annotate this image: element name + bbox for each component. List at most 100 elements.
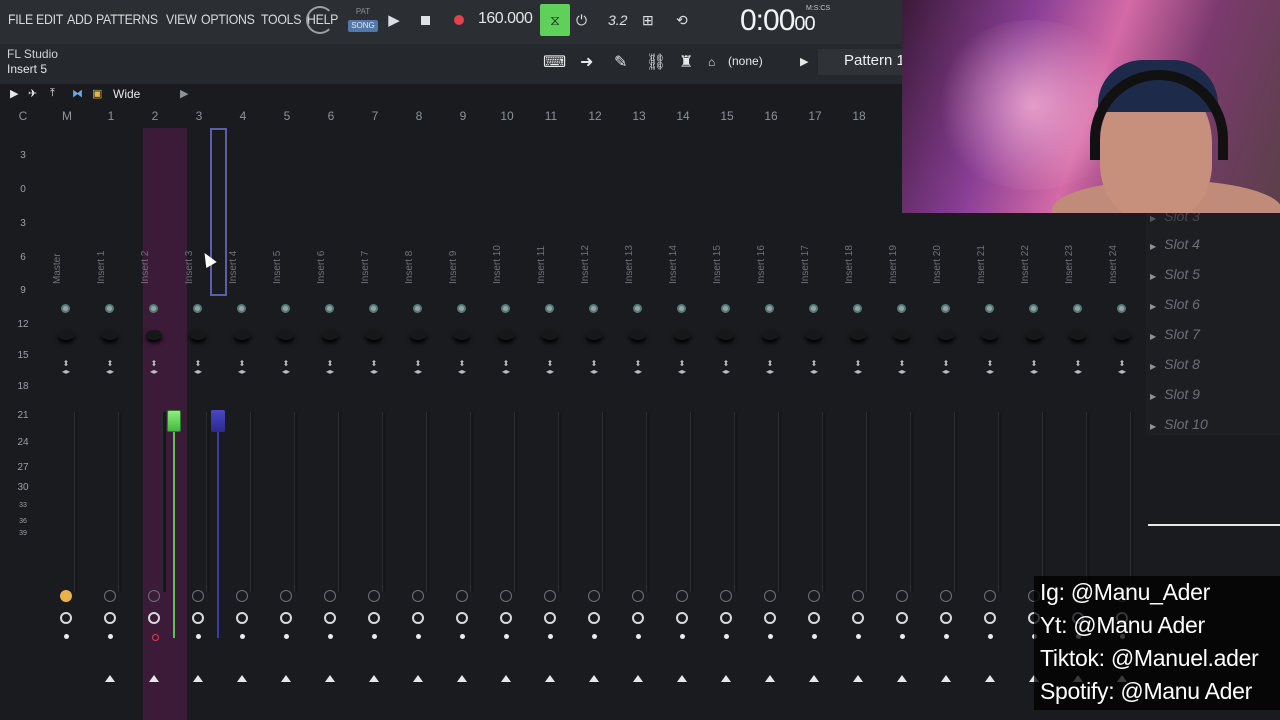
time-format-label[interactable]: M:S:CS [806,5,830,12]
volume-knob[interactable] [850,330,866,340]
plugin-icon[interactable]: ✎ [614,52,627,72]
stereo-separation-icon[interactable]: ⬍ ◂▸ [984,360,996,376]
send-icon[interactable] [544,590,556,602]
route-arrow-icon[interactable] [413,675,423,682]
volume-knob[interactable] [1114,330,1130,340]
route-dot[interactable] [460,634,465,639]
volume-knob[interactable] [806,330,822,340]
record-button[interactable] [450,6,468,34]
route-dot[interactable] [504,634,509,639]
route-dot[interactable] [284,634,289,639]
stereo-separation-icon[interactable]: ⬍ ◂▸ [720,360,732,376]
pan-knob[interactable] [105,304,114,313]
upload-icon[interactable]: ⤒ [50,87,55,100]
volume-knob[interactable] [58,330,74,340]
volume-knob[interactable] [102,330,118,340]
send-icon[interactable] [852,590,864,602]
pan-knob[interactable] [809,304,818,313]
route-dot[interactable] [680,634,685,639]
fx-slot[interactable]: ▶ Slot 4 [1150,236,1200,252]
route-dot[interactable] [900,634,905,639]
send-icon[interactable] [236,590,248,602]
send-icon[interactable] [632,590,644,602]
volume-knob[interactable] [410,330,426,340]
loop-record-icon[interactable]: ⟲ [676,12,688,29]
stereo-separation-icon[interactable]: ⬍ ◂▸ [676,360,688,376]
route-arrow-icon[interactable] [149,675,159,682]
send-icon[interactable] [456,590,468,602]
step-edit-icon[interactable]: ⊞ [642,12,654,29]
route-arrow-icon[interactable] [369,675,379,682]
route-dot[interactable] [944,634,949,639]
stereo-separation-icon[interactable]: ⬍ ◂▸ [280,360,292,376]
strip-name[interactable]: Insert 24 [1108,244,1126,284]
expand-arrow-icon[interactable]: ▶ [180,87,188,100]
stereo-separation-icon[interactable]: ⬍ ◂▸ [368,360,380,376]
menu-patterns[interactable]: PATTERNS [96,11,158,27]
pan-knob[interactable] [897,304,906,313]
route-dot[interactable] [988,634,993,639]
send-icon[interactable] [940,590,952,602]
stereo-separation-icon[interactable]: ⬍ ◂▸ [544,360,556,376]
volume-knob[interactable] [278,330,294,340]
stereo-separation-icon[interactable]: ⬍ ◂▸ [852,360,864,376]
route-dot[interactable] [548,634,553,639]
panel-icon[interactable]: ▣ [92,87,102,100]
send-icon[interactable] [764,590,776,602]
clock-icon[interactable] [808,612,820,624]
menu-view[interactable]: VIEW [166,11,197,27]
clock-icon[interactable] [940,612,952,624]
route-arrow-icon[interactable] [589,675,599,682]
strip-name[interactable]: Insert 22 [1020,244,1038,284]
pan-knob[interactable] [633,304,642,313]
strip-name[interactable]: Insert 21 [976,244,994,284]
volume-knob[interactable] [190,330,206,340]
send-icon[interactable] [192,590,204,602]
stereo-separation-icon[interactable]: ⬍ ◂▸ [940,360,952,376]
menu-arrow-icon[interactable]: ▶ [10,87,18,100]
send-icon[interactable] [720,590,732,602]
metronome-button[interactable]: ⧖ [540,4,570,36]
strip-name[interactable]: Insert 2 [140,244,158,284]
fx-slot[interactable]: ▶ Slot 5 [1150,266,1200,282]
pan-knob[interactable] [721,304,730,313]
send-icon[interactable] [368,590,380,602]
strip-name[interactable]: Insert 7 [360,244,378,284]
send-icon[interactable] [104,590,116,602]
route-arrow-icon[interactable] [237,675,247,682]
clock-icon[interactable] [984,612,996,624]
volume-knob[interactable] [366,330,382,340]
volume-knob[interactable] [234,330,250,340]
mixer-icon[interactable]: ♜ [679,52,693,72]
volume-knob[interactable] [322,330,338,340]
pan-knob[interactable] [941,304,950,313]
fx-slot[interactable]: ▶ Slot 6 [1150,296,1200,312]
route-arrow-icon[interactable] [941,675,951,682]
pan-knob[interactable] [281,304,290,313]
fx-slot[interactable]: ▶ Slot 8 [1150,356,1200,372]
route-arrow-icon[interactable] [765,675,775,682]
chevron-right-icon[interactable]: ▶ [800,55,808,68]
pan-knob[interactable] [1117,304,1126,313]
send-icon[interactable] [896,590,908,602]
route-arrow-icon[interactable] [545,675,555,682]
send-icon[interactable] [808,590,820,602]
master-volume-knob[interactable] [306,6,334,34]
tempo-display[interactable]: 160.000 [478,10,533,28]
clock-icon[interactable] [280,612,292,624]
pan-knob[interactable] [369,304,378,313]
volume-knob[interactable] [630,330,646,340]
route-dot[interactable] [592,634,597,639]
insert-3-fader[interactable] [211,410,225,432]
menu-options[interactable]: OPTIONS [201,11,255,27]
pan-knob[interactable] [325,304,334,313]
route-dot[interactable] [328,634,333,639]
route-dot[interactable] [856,634,861,639]
clock-icon[interactable] [544,612,556,624]
route-arrow-icon[interactable] [633,675,643,682]
stereo-separation-icon[interactable]: ⬍ ◂▸ [324,360,336,376]
send-icon[interactable] [148,590,160,602]
pan-knob[interactable] [1073,304,1082,313]
route-arrow-icon[interactable] [897,675,907,682]
clock-icon[interactable] [412,612,424,624]
